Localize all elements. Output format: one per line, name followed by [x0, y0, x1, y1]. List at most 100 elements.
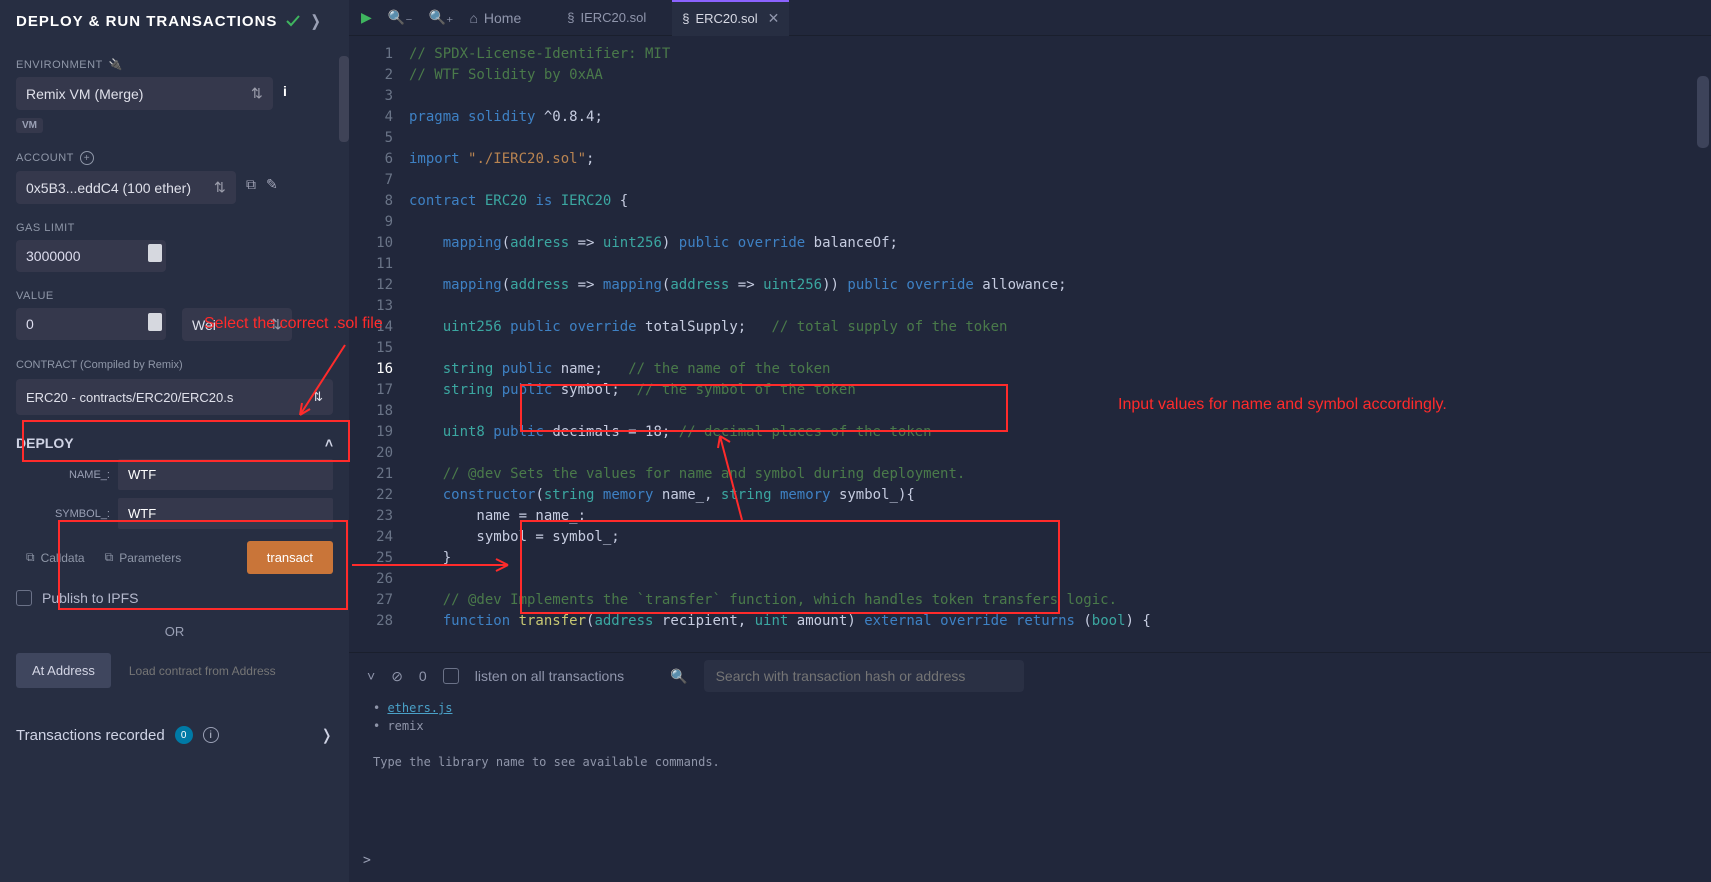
terminal-prompt[interactable]: > — [363, 853, 371, 868]
vm-badge: VM — [16, 118, 43, 133]
code-line[interactable]: symbol = symbol_; — [409, 527, 1711, 548]
code-line[interactable]: } — [409, 548, 1711, 569]
line-number: 27 — [349, 590, 393, 611]
code-line[interactable]: uint8 public decimals = 18; // decimal p… — [409, 422, 1711, 443]
spinner-icon[interactable] — [148, 244, 162, 262]
zoom-in-icon[interactable]: 🔍₊ — [429, 9, 454, 26]
calldata-button[interactable]: ⧉ Calldata — [16, 542, 95, 573]
code-line[interactable]: constructor(string memory name_, string … — [409, 485, 1711, 506]
terminal-toolbar: ˅ ⊘ 0 listen on all transactions 🔍 — [349, 653, 1711, 699]
zoom-out-icon[interactable]: 🔍₋ — [388, 9, 413, 26]
line-number: 3 — [349, 86, 393, 107]
info-icon[interactable]: i — [283, 83, 287, 99]
spinner-icon[interactable] — [148, 313, 162, 331]
code-line[interactable]: import "./IERC20.sol"; — [409, 149, 1711, 170]
home-icon: ⌂ — [469, 10, 477, 26]
code-line[interactable] — [409, 296, 1711, 317]
line-number: 16 — [349, 359, 393, 380]
arg-input-name[interactable] — [118, 459, 333, 490]
info-icon[interactable]: i — [203, 727, 219, 743]
environment-value: Remix VM (Merge) — [26, 86, 143, 102]
code-line[interactable] — [409, 338, 1711, 359]
copy-icon: ⧉ — [26, 550, 35, 565]
code-line[interactable]: name = name_; — [409, 506, 1711, 527]
code-line[interactable] — [409, 212, 1711, 233]
code-line[interactable]: string public name; // the name of the t… — [409, 359, 1711, 380]
scrollbar-thumb[interactable] — [339, 56, 349, 142]
code-line[interactable] — [409, 86, 1711, 107]
contract-select[interactable]: ERC20 - contracts/ERC20/ERC20.s ⇅ — [16, 379, 333, 415]
terminal-search-input[interactable] — [704, 660, 1024, 692]
at-address-input[interactable] — [119, 653, 333, 688]
code-line[interactable] — [409, 170, 1711, 191]
annotation-input-values: Input values for name and symbol accordi… — [1118, 396, 1447, 414]
chevron-down-icon[interactable]: ˅ — [367, 668, 375, 684]
code-line[interactable]: contract ERC20 is IERC20 { — [409, 191, 1711, 212]
code-line[interactable]: // @dev Implements the `transfer` functi… — [409, 590, 1711, 611]
chevron-down-icon: ⇅ — [312, 389, 323, 405]
arg-label-name: NAME_: — [48, 469, 110, 481]
transactions-recorded[interactable]: Transactions recorded 0 i ❭ — [16, 726, 333, 744]
contract-label: CONTRACT (Compiled by Remix) — [16, 359, 333, 371]
environment-select[interactable]: Remix VM (Merge) ⇅ — [16, 77, 273, 110]
plug-icon: 🔌 — [109, 58, 123, 71]
account-select[interactable]: 0x5B3...eddC4 (100 ether) ⇅ — [16, 171, 236, 204]
chevron-down-icon: ⇅ — [214, 179, 226, 196]
terminal-panel: ˅ ⊘ 0 listen on all transactions 🔍 • eth… — [349, 652, 1711, 882]
code-line[interactable]: string public symbol; // the symbol of t… — [409, 380, 1711, 401]
code-editor[interactable]: 1234567891011121314151617181920212223242… — [349, 36, 1711, 652]
constructor-arg-row: SYMBOL_: — [48, 498, 333, 529]
gas-input[interactable] — [16, 240, 166, 272]
code-line[interactable]: uint256 public override totalSupply; // … — [409, 317, 1711, 338]
transact-button[interactable]: transact — [247, 541, 333, 574]
code-content[interactable]: // SPDX-License-Identifier: MIT// WTF So… — [409, 36, 1711, 652]
line-number: 21 — [349, 464, 393, 485]
publish-to-ipfs[interactable]: Publish to IPFS — [16, 590, 333, 606]
code-line[interactable]: // WTF Solidity by 0xAA — [409, 65, 1711, 86]
copy-icon[interactable]: ⧉ — [246, 176, 256, 193]
code-line[interactable]: function transfer(address recipient, uin… — [409, 611, 1711, 632]
tab-ierc20[interactable]: § IERC20.sol — [557, 0, 656, 36]
environment-label: ENVIRONMENT 🔌 — [16, 58, 333, 71]
parameters-button[interactable]: ⧉ Parameters — [95, 542, 192, 573]
checkbox-icon[interactable] — [16, 590, 32, 606]
line-number: 24 — [349, 527, 393, 548]
scrollbar-thumb[interactable] — [1697, 76, 1709, 148]
tab-erc20[interactable]: § ERC20.sol ✕ — [672, 0, 789, 36]
main-area: ▶ 🔍₋ 🔍₊ ⌂ Home § IERC20.sol § ERC20.sol … — [349, 0, 1711, 882]
at-address-button[interactable]: At Address — [16, 653, 111, 688]
edit-icon[interactable]: ✎ — [266, 176, 278, 193]
line-number: 23 — [349, 506, 393, 527]
home-button[interactable]: ⌂ Home — [469, 10, 521, 26]
chevron-right-icon[interactable]: ❭ — [309, 12, 323, 30]
code-line[interactable]: mapping(address => mapping(address => ui… — [409, 275, 1711, 296]
line-gutter: 1234567891011121314151617181920212223242… — [349, 36, 409, 652]
line-number: 12 — [349, 275, 393, 296]
value-input[interactable] — [16, 308, 166, 340]
code-line[interactable]: mapping(address => uint256) public overr… — [409, 233, 1711, 254]
play-icon[interactable]: ▶ — [361, 9, 372, 26]
code-line[interactable] — [409, 569, 1711, 590]
listen-checkbox[interactable] — [443, 668, 459, 684]
search-icon[interactable]: 🔍 — [670, 668, 687, 685]
line-number: 28 — [349, 611, 393, 632]
solidity-icon: § — [682, 11, 689, 26]
chevron-right-icon[interactable]: ❭ — [320, 726, 333, 744]
account-value: 0x5B3...eddC4 (100 ether) — [26, 180, 191, 196]
plus-icon[interactable]: + — [80, 151, 94, 165]
arg-input-symbol[interactable] — [118, 498, 333, 529]
block-icon[interactable]: ⊘ — [391, 668, 403, 685]
line-number: 22 — [349, 485, 393, 506]
code-line[interactable] — [409, 128, 1711, 149]
code-line[interactable]: // SPDX-License-Identifier: MIT — [409, 44, 1711, 65]
deploy-header[interactable]: DEPLOY ˄ — [16, 435, 333, 451]
lib-ethers[interactable]: ethers.js — [387, 701, 452, 715]
code-line[interactable] — [409, 401, 1711, 422]
code-line[interactable]: // @dev Sets the values for name and sym… — [409, 464, 1711, 485]
code-line[interactable]: pragma solidity ^0.8.4; — [409, 107, 1711, 128]
close-icon[interactable]: ✕ — [768, 10, 780, 27]
code-line[interactable] — [409, 254, 1711, 275]
arg-label-symbol: SYMBOL_: — [48, 508, 110, 520]
account-label: ACCOUNT + — [16, 151, 333, 165]
code-line[interactable] — [409, 443, 1711, 464]
